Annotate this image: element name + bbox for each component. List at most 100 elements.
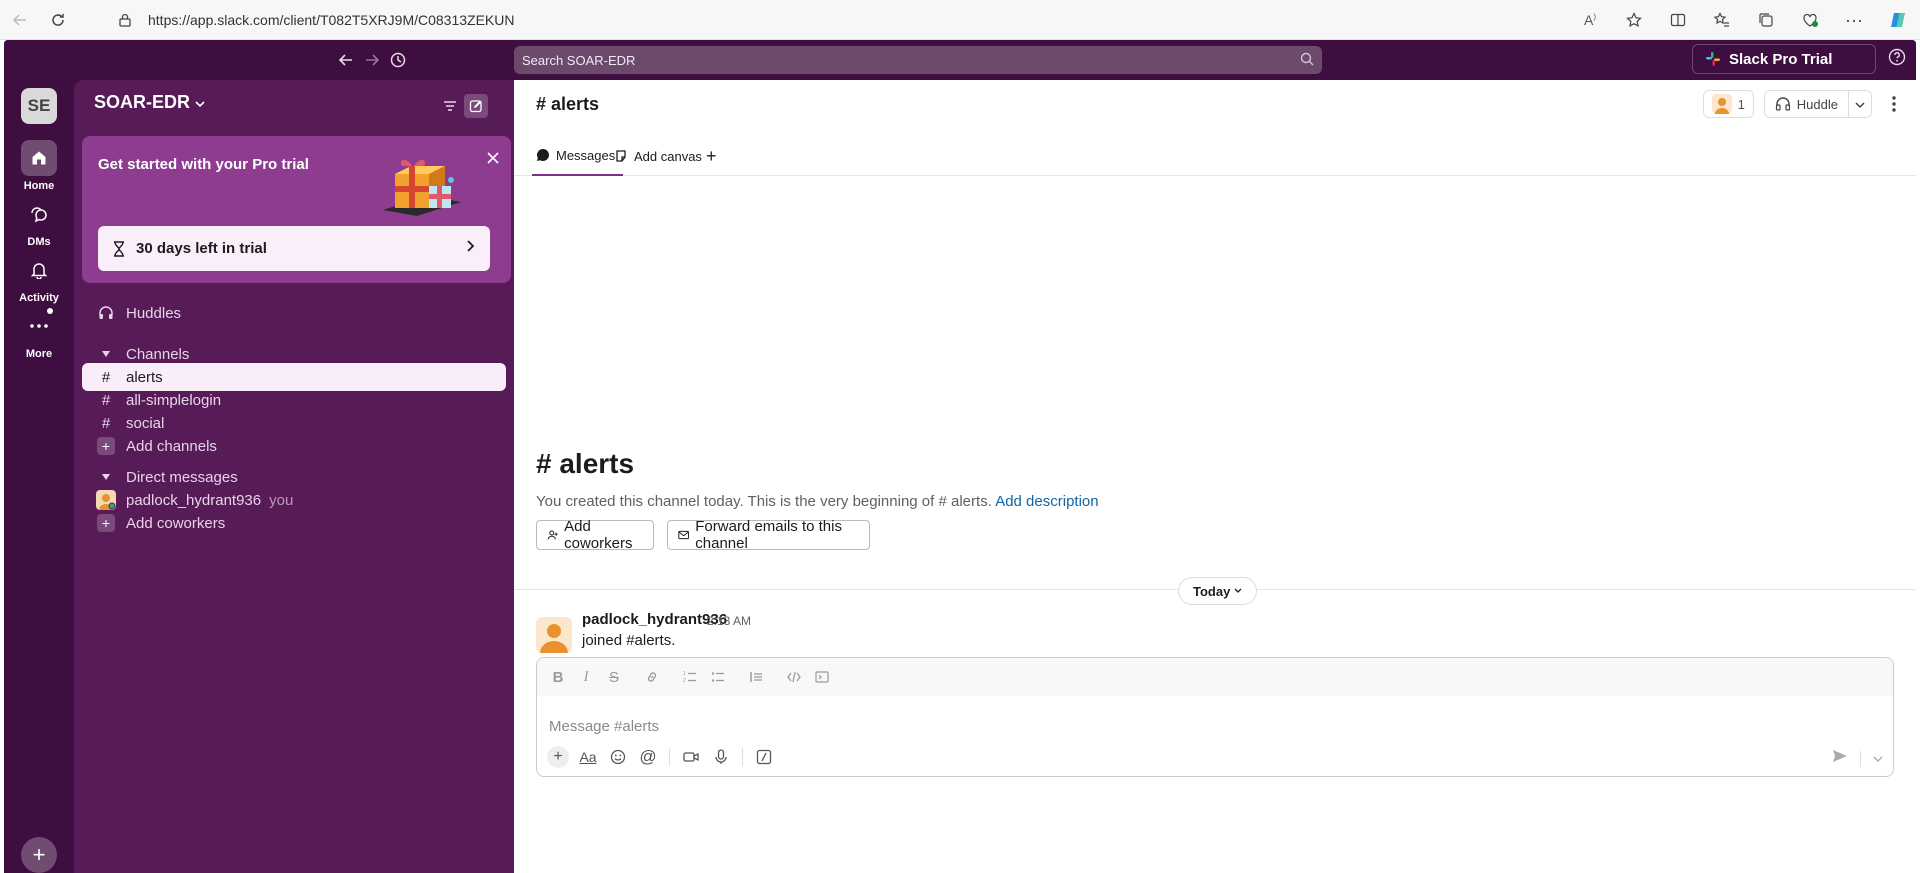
intro-channel-name: alerts bbox=[559, 448, 635, 479]
code-block-icon[interactable] bbox=[809, 664, 835, 690]
message-bubble-icon bbox=[536, 149, 549, 161]
history-clock-icon[interactable] bbox=[386, 48, 410, 72]
gift-illustration-icon bbox=[383, 159, 461, 216]
tab-add-canvas[interactable]: Add canvas bbox=[614, 136, 702, 176]
attach-plus-icon[interactable]: + bbox=[545, 744, 571, 770]
notification-dot bbox=[47, 308, 53, 314]
favorite-star-icon[interactable] bbox=[1612, 0, 1656, 40]
add-coworkers-label: Add coworkers bbox=[126, 514, 226, 532]
rail-label-dms: DMs bbox=[27, 236, 51, 248]
channel-sidebar: SOAR-EDR Get started with your Pro trial bbox=[74, 80, 514, 873]
you-tag: you bbox=[269, 491, 294, 509]
more-menu-icon[interactable]: ··· bbox=[1832, 0, 1876, 40]
blockquote-icon[interactable] bbox=[743, 664, 769, 690]
huddle-button[interactable]: Huddle bbox=[1763, 90, 1872, 118]
mention-icon[interactable]: @ bbox=[635, 744, 661, 770]
favorites-icon[interactable] bbox=[1700, 0, 1744, 40]
forward-emails-label: Forward emails to this channel bbox=[695, 518, 842, 552]
canvas-icon bbox=[616, 150, 626, 162]
top-nav: Search SOAR-EDR Slack Pro Trial bbox=[4, 40, 1916, 80]
member-count-button[interactable]: 1 bbox=[1702, 90, 1754, 118]
message-input[interactable]: Message #alerts bbox=[549, 718, 659, 735]
strikethrough-icon[interactable]: S bbox=[601, 664, 627, 690]
search-icon bbox=[1300, 52, 1314, 69]
add-workspace-button[interactable]: + bbox=[21, 837, 57, 873]
hourglass-icon bbox=[114, 240, 124, 257]
add-description-link[interactable]: Add description bbox=[995, 493, 1098, 510]
forward-emails-button[interactable]: Forward emails to this channel bbox=[667, 518, 870, 552]
collections-icon[interactable] bbox=[1744, 0, 1788, 40]
workspace-menu[interactable]: SOAR-EDR bbox=[94, 92, 205, 113]
reload-icon[interactable] bbox=[38, 0, 78, 40]
avatar bbox=[96, 490, 116, 510]
italic-icon[interactable]: I bbox=[573, 664, 599, 690]
channel-title-button[interactable]: # alerts bbox=[536, 94, 599, 115]
slash-shortcut-icon[interactable] bbox=[751, 744, 777, 770]
message-timestamp[interactable]: 2:13 AM bbox=[707, 614, 751, 628]
message-text: joined #alerts. bbox=[582, 632, 676, 649]
bullet-list-icon[interactable] bbox=[705, 664, 731, 690]
text-format-icon[interactable]: Aa bbox=[575, 744, 601, 770]
chevron-right-icon bbox=[467, 240, 475, 252]
site-info-icon[interactable] bbox=[118, 13, 148, 27]
member-avatar-icon bbox=[1711, 94, 1732, 114]
link-icon[interactable] bbox=[639, 664, 665, 690]
date-jump-button[interactable]: Today bbox=[1178, 577, 1258, 605]
dms-icon bbox=[31, 207, 47, 223]
rail-item-activity[interactable]: Activity bbox=[4, 252, 74, 304]
chevron-down-icon[interactable] bbox=[1849, 97, 1871, 112]
rail-item-more[interactable]: More bbox=[4, 308, 74, 360]
workspace-avatar[interactable]: SE bbox=[21, 88, 57, 124]
plus-icon: + bbox=[97, 437, 115, 455]
kebab-menu-icon[interactable] bbox=[1882, 96, 1906, 112]
search-bar[interactable]: Search SOAR-EDR bbox=[514, 46, 1322, 74]
history-forward-icon[interactable] bbox=[360, 48, 384, 72]
plus-icon: + bbox=[97, 514, 115, 532]
channel-name: all-simplelogin bbox=[126, 391, 222, 409]
copilot-icon[interactable] bbox=[1876, 0, 1920, 40]
back-arrow-icon[interactable] bbox=[0, 0, 40, 40]
channel-intro-title: # alerts bbox=[536, 448, 635, 479]
add-tab-plus-icon[interactable]: + bbox=[706, 136, 717, 176]
message-author[interactable]: padlock_hydrant936 bbox=[582, 611, 727, 628]
rail-item-home[interactable]: Home bbox=[4, 140, 74, 192]
compose-icon[interactable] bbox=[464, 94, 488, 118]
avatar[interactable] bbox=[536, 617, 572, 653]
pro-trial-button[interactable]: Slack Pro Trial bbox=[1692, 44, 1876, 74]
add-channels-button[interactable]: + Add channels bbox=[82, 432, 506, 460]
date-divider-label: Today bbox=[1193, 583, 1231, 599]
pro-trial-label: Slack Pro Trial bbox=[1729, 50, 1833, 68]
rail-label-home: Home bbox=[23, 180, 55, 192]
channel-tabs: Messages Add canvas + bbox=[514, 136, 1916, 176]
filter-icon[interactable] bbox=[438, 94, 462, 118]
channel-name: social bbox=[126, 414, 165, 432]
send-icon[interactable] bbox=[1832, 749, 1848, 768]
ordered-list-icon[interactable]: 12 bbox=[677, 664, 703, 690]
channel-name: alerts bbox=[126, 368, 163, 386]
headphones-icon bbox=[1775, 97, 1790, 111]
video-clip-icon[interactable] bbox=[678, 744, 704, 770]
history-back-icon[interactable] bbox=[334, 48, 358, 72]
caret-down-icon bbox=[94, 473, 118, 481]
channel-title: alerts bbox=[551, 94, 600, 114]
help-icon[interactable] bbox=[1888, 48, 1906, 71]
tab-messages[interactable]: Messages bbox=[532, 136, 624, 176]
code-icon[interactable] bbox=[781, 664, 807, 690]
bold-icon[interactable]: B bbox=[545, 664, 571, 690]
trial-days-button[interactable]: 30 days left in trial bbox=[98, 226, 490, 271]
rail-item-dms[interactable]: DMs bbox=[4, 196, 74, 248]
add-person-icon bbox=[547, 530, 558, 540]
chevron-down-icon[interactable] bbox=[1873, 750, 1883, 768]
emoji-icon[interactable] bbox=[605, 744, 631, 770]
close-icon[interactable] bbox=[487, 148, 499, 169]
search-placeholder: Search SOAR-EDR bbox=[522, 52, 636, 68]
browser-essentials-icon[interactable] bbox=[1788, 0, 1832, 40]
composer-placeholder: Message #alerts bbox=[549, 718, 660, 735]
read-aloud-icon[interactable]: A) bbox=[1568, 0, 1612, 40]
sidebar-item-huddles[interactable]: Huddles bbox=[82, 299, 506, 327]
add-coworkers-intro-button[interactable]: Add coworkers bbox=[536, 518, 654, 552]
address-bar[interactable]: https://app.slack.com/client/T082T5XRJ9M… bbox=[100, 5, 1645, 35]
add-coworkers-button[interactable]: + Add coworkers bbox=[82, 509, 506, 537]
split-screen-icon[interactable] bbox=[1656, 0, 1700, 40]
microphone-icon[interactable] bbox=[708, 744, 734, 770]
